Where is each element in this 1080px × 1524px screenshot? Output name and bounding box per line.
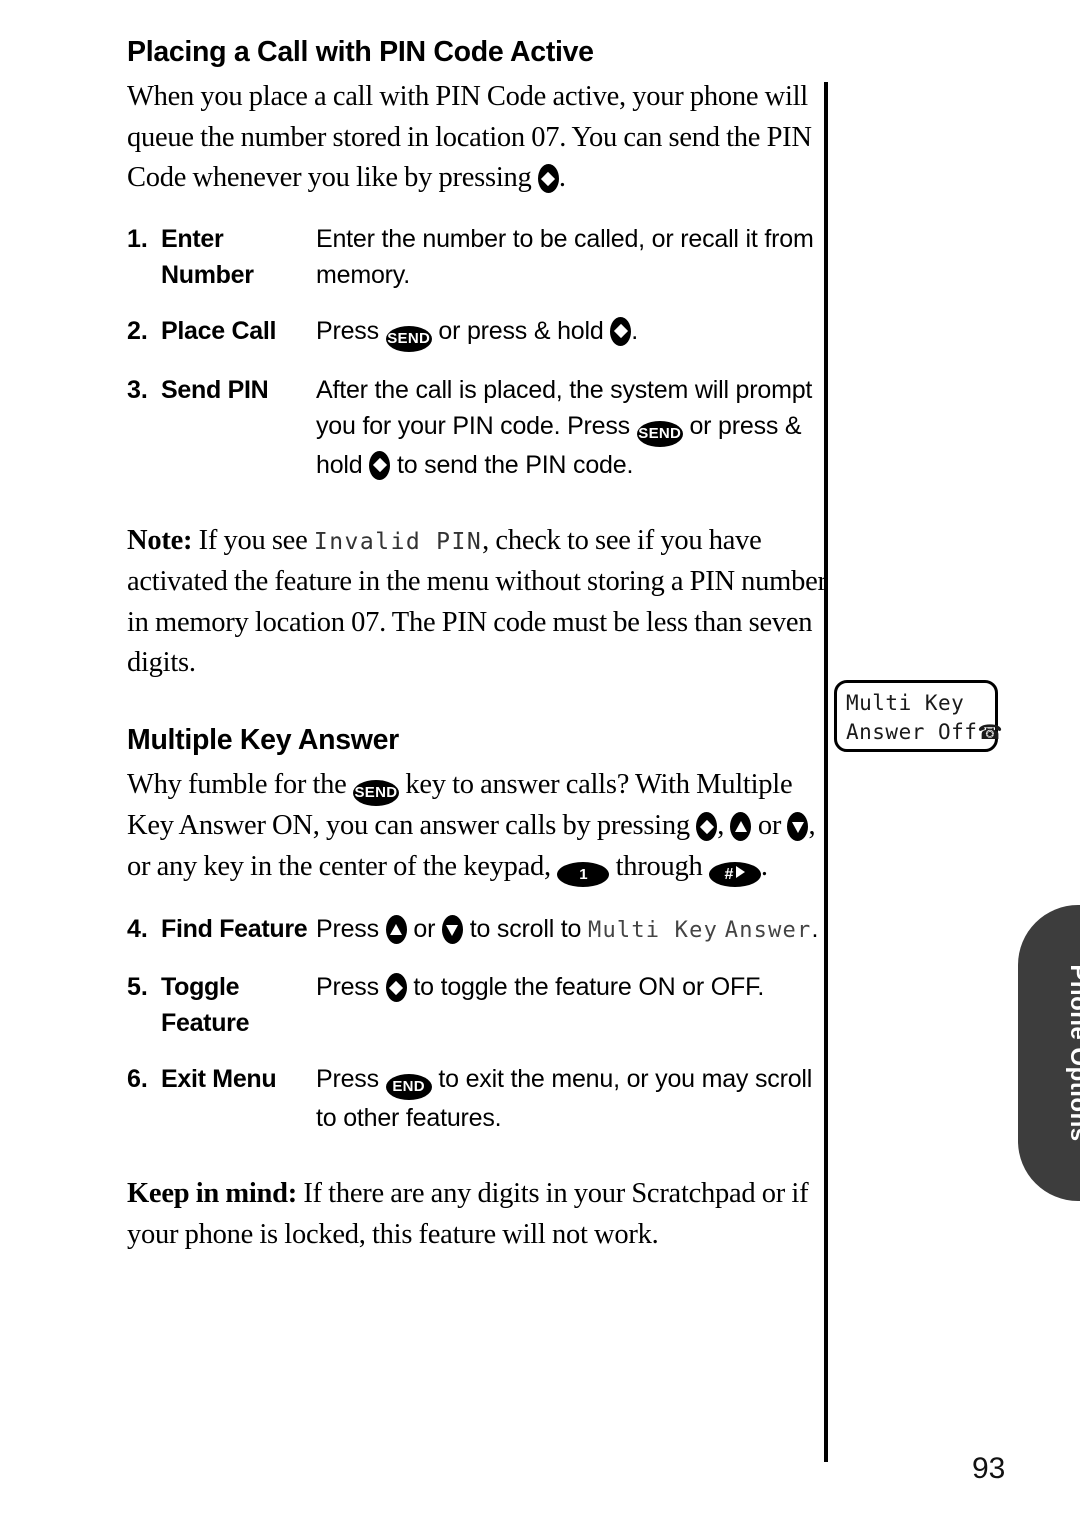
side-tab-label: Phone Options — [1065, 964, 1080, 1142]
step-number: 6. — [127, 1065, 148, 1094]
phone-handset-icon: ☎ — [977, 720, 1003, 744]
scroll-down-key-icon — [441, 915, 463, 945]
step-row: 4. Find Feature Press or to scroll to Mu… — [127, 911, 827, 949]
step-row: 5. Toggle Feature Press to toggle the fe… — [127, 969, 827, 1041]
step-number: 1. — [127, 224, 148, 253]
send-key-icon: SEND — [385, 325, 432, 352]
step-desc-text: Press — [316, 973, 386, 1002]
step-desc-text: Press — [316, 915, 386, 944]
step-row: 3. Send PIN After the call is placed, th… — [127, 372, 827, 483]
step-description: After the call is placed, the system wil… — [316, 372, 827, 483]
scroll-down-key-icon — [787, 812, 809, 842]
scroll-up-key-icon — [730, 812, 752, 842]
step-desc-text: or press & hold — [431, 316, 611, 345]
step-term: Toggle Feature — [161, 973, 250, 1038]
step-row: 1. Enter Number Enter the number to be c… — [127, 221, 827, 293]
lcd-display-line2-row: Answer Off☎ — [846, 718, 1002, 747]
step-number: 3. — [127, 375, 148, 404]
right-arrow-icon — [736, 865, 746, 878]
lcd-display-line1: Multi Key — [846, 691, 965, 715]
keep-in-mind-paragraph: Keep in mind: If there are any digits in… — [127, 1174, 827, 1255]
lcd-display-illustration: Multi Key Answer Off☎ — [834, 680, 1002, 752]
lcd-invalid-pin-text: Invalid PIN — [313, 528, 483, 555]
menu-select-key-icon — [696, 812, 718, 842]
step-description: Press SEND or press & hold . — [316, 313, 827, 352]
step-term: Enter Number — [161, 224, 254, 289]
section-one-intro-paragraph: When you place a call with PIN Code acti… — [127, 77, 827, 199]
lcd-multi-key-text: Multi Key — [588, 918, 719, 944]
page-number: 93 — [972, 1452, 1006, 1485]
intro-text-part4: or — [751, 810, 788, 842]
keep-in-mind-label: Keep in mind: — [127, 1178, 297, 1210]
pound-key-icon: # — [708, 861, 761, 887]
steps-list-one: 1. Enter Number Enter the number to be c… — [127, 221, 827, 483]
digit-one-key-icon: 1 — [557, 861, 610, 887]
step-term: Send PIN — [161, 375, 269, 404]
menu-select-key-icon — [385, 973, 407, 1003]
step-row: 2. Place Call Press SEND or press & hold… — [127, 313, 827, 352]
step-term: Find Feature — [161, 915, 308, 944]
step-desc-text: to scroll to — [462, 915, 589, 944]
end-key-icon: END — [385, 1074, 432, 1101]
section-two-intro-paragraph: Why fumble for the SEND key to answer ca… — [127, 765, 827, 887]
menu-select-key-icon — [610, 316, 632, 346]
step-number: 5. — [127, 973, 148, 1002]
step-description: Enter the number to be called, or recall… — [316, 224, 814, 289]
lcd-display-line2: Answer Off — [846, 720, 978, 744]
section-heading-multiple-key-answer: Multiple Key Answer — [127, 723, 399, 756]
intro-text-part1: Why fumble for the — [127, 769, 353, 801]
intro-text-part2: . — [558, 162, 566, 194]
lcd-answer-text: Answer — [724, 918, 812, 944]
steps-list-two: 4. Find Feature Press or to scroll to Mu… — [127, 911, 827, 1136]
step-desc-text: to toggle the feature ON or OFF. — [406, 973, 765, 1002]
step-description: Press or to scroll to Multi Key Answer. — [316, 911, 827, 949]
step-term: Place Call — [161, 316, 277, 345]
step-desc-text: Press — [316, 1065, 386, 1094]
step-desc-text: . — [631, 316, 639, 345]
intro-text-part3: , — [717, 810, 731, 842]
manual-page: Placing a Call with PIN Code Active When… — [0, 0, 1080, 1524]
send-key-icon: SEND — [636, 420, 683, 447]
step-number: 2. — [127, 316, 148, 345]
note-text-part1: If you see — [192, 524, 314, 556]
send-key-icon: SEND — [352, 780, 399, 807]
side-tab-phone-options: Phone Options — [1018, 905, 1080, 1201]
text-column: Placing a Call with PIN Code Active When… — [127, 36, 827, 1255]
step-row: 6. Exit Menu Press END to exit the menu,… — [127, 1061, 827, 1136]
note-label: Note: — [127, 524, 193, 556]
step-desc-text: to send the PIN code. — [390, 450, 634, 479]
intro-text-part1: When you place a call with PIN Code acti… — [127, 81, 812, 194]
step-desc-text: . — [811, 915, 819, 944]
section-heading-placing-call: Placing a Call with PIN Code Active — [127, 36, 594, 68]
step-description: Press END to exit the menu, or you may s… — [316, 1061, 827, 1136]
note-paragraph: Note: If you see Invalid PIN, check to s… — [127, 521, 827, 684]
intro-text-part7: . — [760, 850, 768, 882]
step-term: Exit Menu — [161, 1065, 277, 1094]
step-desc-text: to exit the menu, or you may scroll to o… — [316, 1065, 813, 1133]
step-desc-text: or — [406, 915, 442, 944]
menu-select-key-icon — [537, 164, 559, 194]
scroll-up-key-icon — [385, 915, 407, 945]
menu-select-key-icon — [369, 450, 391, 480]
step-desc-text: Press — [316, 316, 386, 345]
pound-key-label: # — [724, 865, 735, 883]
step-description: Press to toggle the feature ON or OFF. — [316, 969, 827, 1005]
intro-text-part6: through — [609, 850, 709, 882]
step-number: 4. — [127, 915, 148, 944]
